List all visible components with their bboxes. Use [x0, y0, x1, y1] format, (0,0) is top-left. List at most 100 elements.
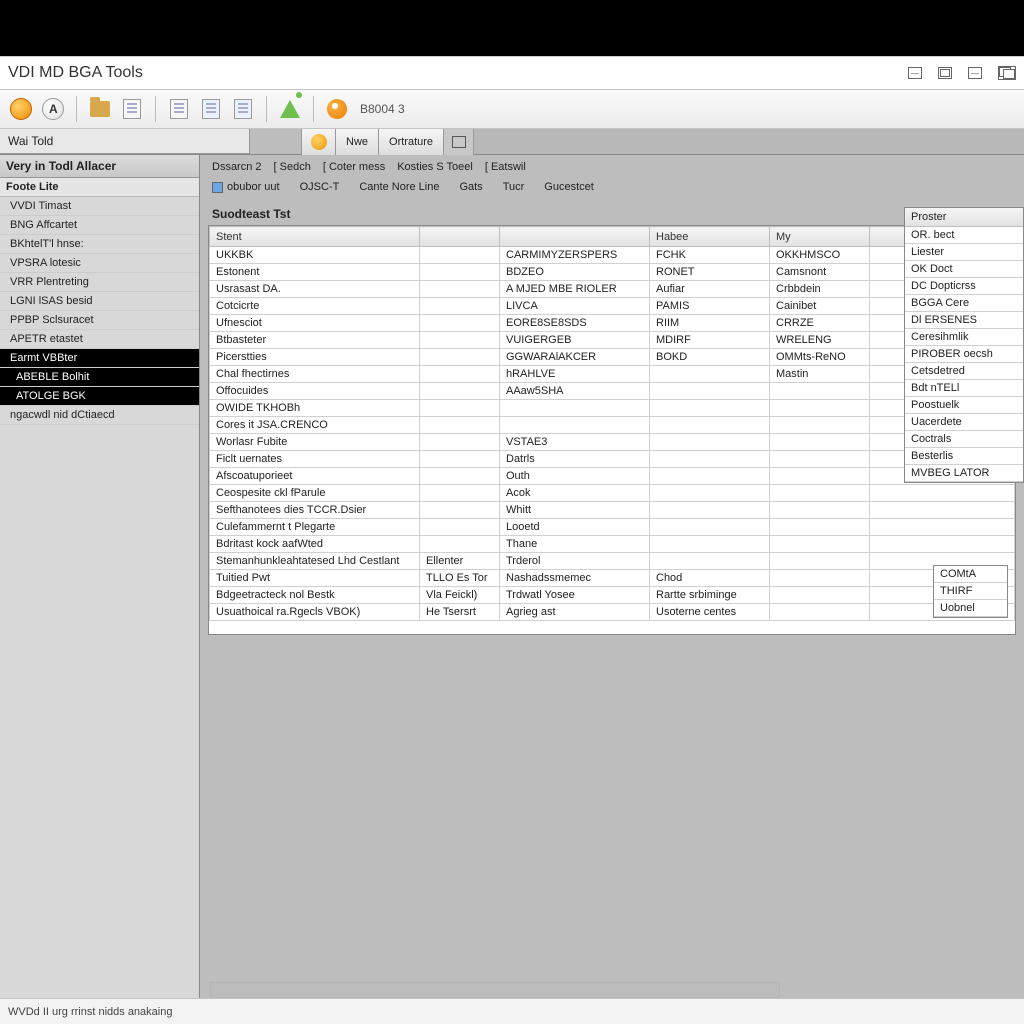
table-cell — [770, 604, 870, 621]
minimize-button[interactable]: — — [908, 67, 922, 79]
table-row[interactable]: Ceospesite ckl fParuleAcok — [210, 485, 1015, 502]
tab[interactable]: [ Coter mess — [323, 161, 385, 173]
side-list-item[interactable]: Liester — [905, 244, 1023, 261]
side-list-item[interactable]: Cetsdetred — [905, 363, 1023, 380]
side-list-item[interactable]: OK Doct — [905, 261, 1023, 278]
table-row[interactable]: Cores it JSA.CRENCO — [210, 417, 1015, 434]
filter-item[interactable]: Tucr — [503, 181, 525, 193]
sidebar-item[interactable]: VRR Plentreting — [0, 273, 199, 292]
tab[interactable]: Dssarcn 2 — [212, 161, 262, 173]
sidebar-item-selected[interactable]: Earmt VBBter — [0, 349, 199, 368]
table-cell: Worlasr Fubite — [210, 434, 420, 451]
side-box-item[interactable]: THIRF — [934, 583, 1007, 600]
folder-icon[interactable] — [87, 96, 113, 122]
side-list-item[interactable]: DC Dopticrss — [905, 278, 1023, 295]
document-icon[interactable] — [119, 96, 145, 122]
media-icon[interactable] — [324, 96, 350, 122]
column-header[interactable]: My — [770, 227, 870, 247]
table-cell: Agrieg ast — [500, 604, 650, 621]
filter-item[interactable]: Cante Nore Line — [359, 181, 439, 193]
side-list-item[interactable]: Ceresihmlik — [905, 329, 1023, 346]
page-icon[interactable] — [230, 96, 256, 122]
options-button[interactable]: Ortrature — [379, 129, 444, 155]
side-box-item[interactable]: COMtA — [934, 566, 1007, 583]
side-box-item[interactable]: Uobnel — [934, 600, 1007, 617]
sidebar-item[interactable]: PPBP Sclsuracet — [0, 311, 199, 330]
scrollbar-thumb[interactable] — [211, 983, 779, 997]
filter-item[interactable]: Gucestcet — [544, 181, 594, 193]
new-button[interactable]: Nwe — [336, 129, 379, 155]
column-header[interactable]: Habee — [650, 227, 770, 247]
table-cell — [420, 417, 500, 434]
filter-item[interactable]: Gats — [459, 181, 482, 193]
sidebar-item[interactable]: LGNI lSAS besid — [0, 292, 199, 311]
side-list-item[interactable]: OR. bect — [905, 227, 1023, 244]
tab[interactable]: [ Sedch — [274, 161, 311, 173]
table-row[interactable]: OffocuidesAAaw5SHA — [210, 383, 1015, 400]
restore-button[interactable] — [938, 67, 952, 79]
table-row[interactable]: BtbasteterVUIGERGEBMDIRFWRELENG — [210, 332, 1015, 349]
sidebar-item[interactable]: VVDI Timast — [0, 197, 199, 216]
sidebar-item[interactable]: BKhtelT'l hnse: — [0, 235, 199, 254]
tab[interactable]: Kosties S Toeel — [397, 161, 473, 173]
sidebar-subitem-selected[interactable]: ATOLGE BGK — [0, 387, 199, 406]
side-list-header[interactable]: Proster — [905, 208, 1023, 227]
table-cell — [420, 383, 500, 400]
side-list-item[interactable]: BGGA Cere — [905, 295, 1023, 312]
table-cell: Crbbdein — [770, 281, 870, 298]
home-icon[interactable] — [8, 96, 34, 122]
tab[interactable]: [ Eatswil — [485, 161, 526, 173]
table-row[interactable]: UfnesciotEORE8SE8SDSRIIMCRRZE — [210, 315, 1015, 332]
table-row[interactable]: Usuathoical ra.Rgecls VBOK)He TsersrtAgr… — [210, 604, 1015, 621]
side-list-item[interactable]: PIROBER oecsh — [905, 346, 1023, 363]
side-list-item[interactable]: MVBEG LATOR — [905, 465, 1023, 482]
table-row[interactable]: Worlasr FubiteVSTAE3 — [210, 434, 1015, 451]
table-row[interactable]: Ficlt uernatesDatrls — [210, 451, 1015, 468]
wizard-icon[interactable] — [277, 96, 303, 122]
sidebar-item[interactable]: BNG Affcartet — [0, 216, 199, 235]
table-row[interactable]: Sefthanotees dies TCCR.DsierWhitt — [210, 502, 1015, 519]
table-row[interactable]: UKKBKCARMIMYZERSPERSFCHKOKKHMSCO — [210, 247, 1015, 264]
table-cell — [650, 400, 770, 417]
table-row[interactable]: EstonentBDZEORONETCamsnont — [210, 264, 1015, 281]
side-list-item[interactable]: Bdt nTELl — [905, 380, 1023, 397]
app-icon[interactable] — [40, 96, 66, 122]
column-header[interactable]: Stent — [210, 227, 420, 247]
side-list-item[interactable]: Besterlis — [905, 448, 1023, 465]
table-row[interactable]: Stemanhunkleahtatesed Lhd CestlantEllent… — [210, 553, 1015, 570]
list-icon[interactable] — [166, 96, 192, 122]
side-list-item[interactable]: Poostuelk — [905, 397, 1023, 414]
column-header[interactable] — [420, 227, 500, 247]
cascade-button[interactable] — [998, 66, 1016, 80]
table-row[interactable]: Tuitied PwtTLLO Es TorNashadssmemecChod — [210, 570, 1015, 587]
side-list-item[interactable]: Dl ERSENES — [905, 312, 1023, 329]
sidebar-subitem-selected[interactable]: ABEBLE Bolhit — [0, 368, 199, 387]
refresh-icon[interactable] — [302, 129, 336, 155]
sidebar-item[interactable]: ngacwdl nid dCtiaecd — [0, 406, 199, 425]
report-icon[interactable] — [198, 96, 224, 122]
table-cell — [770, 553, 870, 570]
horizontal-scrollbar[interactable] — [210, 982, 780, 998]
column-header[interactable] — [500, 227, 650, 247]
side-list-item[interactable]: Uacerdete — [905, 414, 1023, 431]
table-row[interactable]: CotcicrteLIVCAPAMISCainibet — [210, 298, 1015, 315]
filter-item[interactable]: OJSC-T — [300, 181, 340, 193]
close-button[interactable]: — — [968, 67, 982, 79]
table-row[interactable]: AfscoatuporieetOuth — [210, 468, 1015, 485]
grid-toggle-icon[interactable] — [444, 129, 474, 155]
table-row[interactable]: Culefammernt t PlegarteLooetd — [210, 519, 1015, 536]
table-row[interactable]: Usrasast DA.A MJED MBE RIOLERAufiarCrbbd… — [210, 281, 1015, 298]
sidebar-group[interactable]: Foote Lite — [0, 178, 199, 197]
table-row[interactable]: Chal fhectirneshRAHLVEMastin — [210, 366, 1015, 383]
table-cell — [650, 519, 770, 536]
table-cell — [420, 451, 500, 468]
sidebar-item[interactable]: VPSRA lotesic — [0, 254, 199, 273]
side-list-item[interactable]: Coctrals — [905, 431, 1023, 448]
table-row[interactable]: OWIDE TKHOBh — [210, 400, 1015, 417]
table-row[interactable]: Bdgeetracteck nol BestkVla Feickl)Trdwat… — [210, 587, 1015, 604]
sidebar-item[interactable]: APETR etastet — [0, 330, 199, 349]
filter-checkbox[interactable]: obubor uut — [212, 181, 280, 193]
table-row[interactable]: PicersttiesGGWARAlAKCERBOKDOMMts-ReNO — [210, 349, 1015, 366]
table-cell: Culefammernt t Plegarte — [210, 519, 420, 536]
table-row[interactable]: Bdritast kock aafWtedThane — [210, 536, 1015, 553]
